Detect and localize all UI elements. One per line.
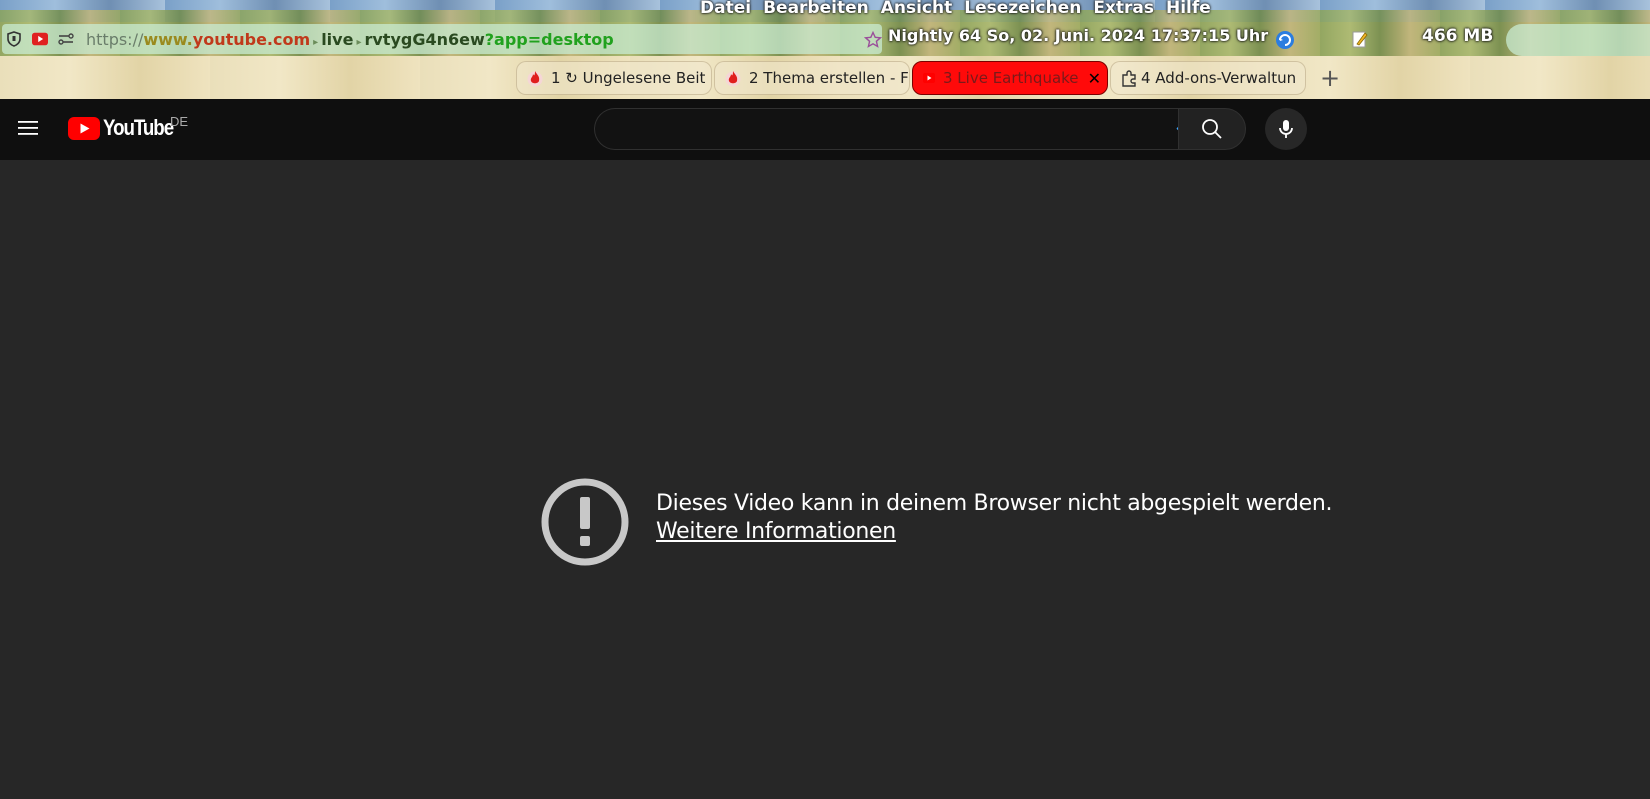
- search-icon: [1202, 119, 1222, 139]
- player-error: Dieses Video kann in deinem Browser nich…: [540, 477, 1360, 567]
- tracking-shield-icon[interactable]: [6, 31, 22, 47]
- new-tab-button[interactable]: +: [1320, 64, 1340, 92]
- menu-bookmarks[interactable]: Lesezeichen: [964, 0, 1081, 18]
- browser-search-bar[interactable]: [1506, 24, 1650, 56]
- tab-addons-manager[interactable]: 4 Add-ons-Verwaltun: [1110, 61, 1306, 95]
- microphone-icon: [1279, 120, 1293, 138]
- url-query: ?app=desktop: [484, 29, 614, 49]
- fire-icon: [725, 71, 741, 87]
- more-info-link[interactable]: Weitere Informationen: [656, 519, 896, 544]
- notes-icon[interactable]: [1352, 30, 1368, 48]
- url-domain: youtube.com: [192, 29, 311, 49]
- search-button[interactable]: [1178, 108, 1246, 150]
- youtube-logo[interactable]: YouTube: [68, 115, 185, 141]
- search-input[interactable]: [611, 117, 1131, 141]
- youtube-icon: [923, 73, 935, 83]
- youtube-play-icon: [68, 116, 100, 140]
- tab-create-topic[interactable]: 2 Thema erstellen - F: [714, 61, 910, 95]
- close-tab-icon[interactable]: ✕: [1088, 69, 1101, 88]
- tab-label: 2 Thema erstellen - F: [749, 69, 909, 87]
- menu-edit[interactable]: Bearbeiten: [763, 0, 869, 18]
- country-code: DE: [170, 114, 189, 129]
- url-scheme: https://: [86, 29, 144, 49]
- menu-bar: Datei Bearbeiten Ansicht Lesezeichen Ext…: [700, 0, 1211, 18]
- url-text[interactable]: https://www.youtube.com ▸ live ▸ rvtygG4n6ew…: [86, 30, 614, 49]
- error-message: Dieses Video kann in deinem Browser nich…: [656, 491, 1333, 516]
- browser-chrome: Datei Bearbeiten Ansicht Lesezeichen Ext…: [0, 0, 1650, 99]
- url-path-segment: live: [321, 29, 354, 49]
- youtube-wordmark: YouTube: [103, 115, 174, 140]
- menu-view[interactable]: Ansicht: [881, 0, 953, 18]
- exclamation-circle-icon: [541, 478, 629, 566]
- url-path-segment: rvtygG4n6ew: [364, 29, 485, 49]
- menu-file[interactable]: Datei: [700, 0, 751, 18]
- search-box[interactable]: [594, 108, 1178, 150]
- hamburger-menu-icon[interactable]: [16, 116, 40, 140]
- url-www: www.: [143, 29, 193, 49]
- url-separator-icon: ▸: [356, 36, 362, 48]
- youtube-site-icon[interactable]: [32, 31, 48, 47]
- permissions-icon[interactable]: [58, 31, 74, 47]
- memory-usage: 466 MB: [1422, 26, 1494, 46]
- puzzle-icon: [1122, 70, 1136, 87]
- tab-unread-posts[interactable]: 1 ↻ Ungelesene Beit: [516, 61, 712, 95]
- browser-status-clock: Nightly 64 So, 02. Juni. 2024 17:37:15 U…: [888, 26, 1269, 45]
- address-bar[interactable]: https://www.youtube.com ▸ live ▸ rvtygG4n6ew…: [2, 24, 882, 54]
- youtube-masthead: YouTube DE ↵: [0, 99, 1650, 160]
- tab-live-earthquake[interactable]: 3 Live Earthquake ✕: [912, 61, 1108, 95]
- menu-tools[interactable]: Extras: [1093, 0, 1154, 18]
- url-separator-icon: ▸: [313, 36, 319, 48]
- fire-icon: [527, 71, 543, 87]
- bookmark-star-icon[interactable]: [864, 31, 882, 49]
- tab-label: 4 Add-ons-Verwaltun: [1141, 69, 1297, 87]
- tab-label: 3 Live Earthquake: [943, 69, 1079, 87]
- tab-strip: 1 ↻ Ungelesene Beit 2 Thema erstellen - …: [516, 61, 1306, 97]
- menu-help[interactable]: Hilfe: [1166, 0, 1211, 18]
- tab-label: 1 ↻ Ungelesene Beit: [551, 69, 706, 87]
- sync-icon[interactable]: [1275, 30, 1295, 50]
- voice-search-button[interactable]: [1265, 108, 1307, 150]
